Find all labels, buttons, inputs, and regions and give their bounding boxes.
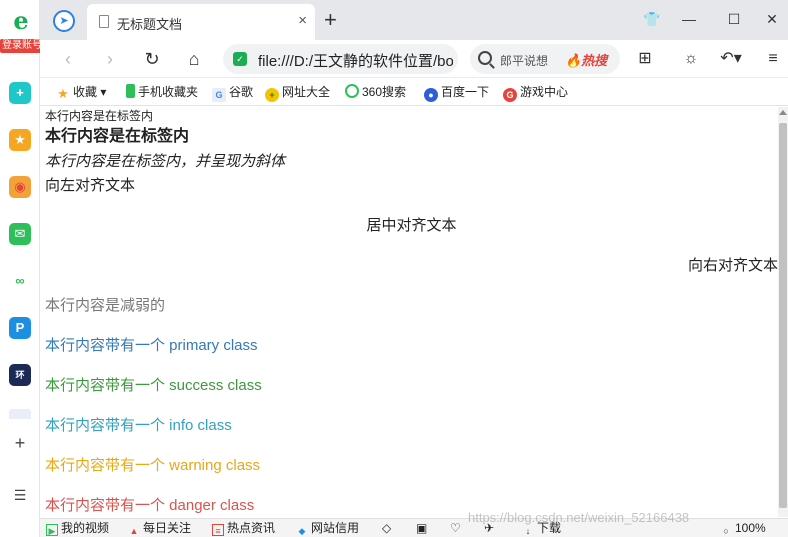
right-aligned-text: 向右对齐文本 bbox=[687, 257, 778, 274]
close-window-icon[interactable]: ✕ bbox=[760, 8, 784, 30]
browser-logo-icon[interactable]: e bbox=[8, 8, 34, 34]
tab-title: 无标题文档 bbox=[117, 17, 183, 32]
bookmark-google[interactable]: G 谷歌 bbox=[212, 83, 253, 102]
back-icon[interactable]: ‹ bbox=[56, 47, 80, 71]
weibo-app-icon[interactable]: ◉ bbox=[9, 176, 31, 198]
maximize-icon[interactable]: ☐ bbox=[722, 8, 746, 30]
bold-text-line: 本行内容是在标签内 bbox=[45, 128, 190, 145]
grid-apps-icon[interactable]: ⊞ bbox=[634, 48, 656, 70]
page-content: 本行内容是在标签内 本行内容是在标签内 本行内容是在标签内，并呈现为斜体 向左对… bbox=[45, 107, 778, 517]
left-aligned-text: 向左对齐文本 bbox=[45, 177, 136, 194]
shirt-skin-icon[interactable]: 👕 bbox=[640, 8, 664, 30]
flame-icon: ▲ bbox=[129, 526, 139, 536]
add-app-icon[interactable]: + bbox=[10, 433, 30, 453]
danger-text: 本行内容带有一个 danger class bbox=[45, 497, 255, 514]
status-my-videos[interactable]: ▶ 我的视频 bbox=[46, 521, 109, 536]
360-icon bbox=[345, 84, 359, 98]
cloud-app-icon[interactable]: ∞ bbox=[9, 270, 31, 292]
italic-text-line: 本行内容是在标签内，并呈现为斜体 bbox=[45, 153, 286, 170]
tab-untitled-document[interactable]: 无标题文档 × bbox=[87, 4, 315, 40]
bookmark-mobile-favorites[interactable]: 手机收藏夹 bbox=[126, 83, 198, 101]
home-icon[interactable]: ⌂ bbox=[182, 47, 206, 71]
news-icon: ≡ bbox=[212, 524, 224, 536]
status-daily-focus[interactable]: ▲ 每日关注 bbox=[128, 521, 191, 537]
star-icon: ★ bbox=[57, 86, 69, 101]
tab-bar: ➤ 无标题文档 × + 👕 — ☐ ✕ bbox=[40, 0, 788, 40]
plus-app-icon[interactable]: + bbox=[9, 82, 31, 104]
status-hot-news[interactable]: ≡ 热点资讯 bbox=[212, 521, 275, 536]
hot-search-badge[interactable]: 🔥热搜 bbox=[565, 50, 607, 69]
small-text-line: 本行内容是在标签内 bbox=[45, 109, 154, 123]
bookmark-game-center[interactable]: G 游戏中心 bbox=[503, 83, 568, 102]
scroll-thumb[interactable] bbox=[779, 123, 787, 508]
address-toolbar: ‹ › ↻ ⌂ ✓ file:///D:/王文静的软件位置/bo 郎平说想 🔥热… bbox=[40, 40, 788, 78]
google-icon: G bbox=[212, 88, 226, 102]
drop-shield-icon: ◆ bbox=[298, 526, 306, 536]
bookmark-baidu[interactable]: ● 百度一下 bbox=[424, 83, 489, 102]
warning-text: 本行内容带有一个 warning class bbox=[45, 457, 261, 474]
image-status-icon[interactable]: ▣ bbox=[416, 521, 427, 536]
new-tab-button[interactable]: + bbox=[324, 9, 337, 31]
search-icon bbox=[478, 51, 492, 65]
bookmark-360-search[interactable]: 360搜索 bbox=[345, 83, 406, 101]
status-site-credit[interactable]: ◆ 网站信用 bbox=[296, 521, 359, 537]
download-icon: ↓ bbox=[525, 526, 531, 536]
left-sidebar: e 登录账号 + ★ ◉ ✉ ∞ P 环 + ☰ bbox=[0, 0, 44, 537]
phone-icon bbox=[126, 84, 135, 98]
heart-status-icon[interactable]: ♡ bbox=[450, 521, 461, 536]
forward-icon[interactable]: › bbox=[98, 47, 122, 71]
favorites-app-icon[interactable]: ★ bbox=[9, 129, 31, 151]
center-aligned-text: 居中对齐文本 bbox=[366, 217, 457, 234]
document-app-icon[interactable] bbox=[9, 409, 31, 419]
game-icon: G bbox=[503, 88, 517, 102]
info-text: 本行内容带有一个 info class bbox=[45, 417, 232, 434]
baidu-paw-icon: ● bbox=[424, 88, 438, 102]
bookmarks-bar: ★ 收藏 ▾ 手机收藏夹 G 谷歌 + 网址大全 360搜索 ● 百度一下 G 游戏中心 bbox=[40, 78, 788, 106]
sidebar-menu-icon[interactable]: ☰ bbox=[10, 485, 30, 505]
refresh-icon[interactable]: ↻ bbox=[140, 47, 164, 71]
security-shield-icon: ✓ bbox=[233, 52, 247, 66]
p-app-icon[interactable]: P bbox=[9, 317, 31, 339]
bookmark-favorites[interactable]: ★ 收藏 ▾ bbox=[56, 83, 106, 101]
success-text: 本行内容带有一个 success class bbox=[45, 377, 262, 394]
scroll-up-arrow-icon[interactable] bbox=[779, 110, 787, 115]
shield-status-icon[interactable]: ◇ bbox=[382, 521, 391, 536]
undo-icon[interactable]: ↶▾ bbox=[720, 48, 742, 70]
primary-text: 本行内容带有一个 primary class bbox=[45, 337, 258, 354]
search-box[interactable]: 郎平说想 🔥热搜 bbox=[470, 44, 620, 74]
bookmark-site-directory[interactable]: + 网址大全 bbox=[265, 83, 330, 102]
login-account-button[interactable]: 登录账号 bbox=[0, 39, 44, 53]
document-icon bbox=[99, 15, 109, 28]
brightness-icon[interactable]: ☼ bbox=[680, 48, 702, 70]
browser-home-icon[interactable]: ➤ bbox=[53, 10, 75, 32]
search-suggestion: 郎平说想 bbox=[500, 54, 549, 68]
csdn-watermark: https://blog.csdn.net/weixin_52166438 bbox=[468, 510, 690, 525]
news-app-icon[interactable]: 环 bbox=[9, 364, 31, 386]
mail-app-icon[interactable]: ✉ bbox=[9, 223, 31, 245]
address-bar[interactable]: ✓ file:///D:/王文静的软件位置/bo bbox=[223, 44, 458, 74]
video-play-icon: ▶ bbox=[46, 524, 58, 536]
main-menu-icon[interactable]: ≡ bbox=[762, 48, 784, 70]
tab-close-icon[interactable]: × bbox=[298, 12, 307, 30]
muted-text: 本行内容是减弱的 bbox=[45, 297, 166, 314]
minimize-icon[interactable]: — bbox=[677, 8, 701, 30]
vertical-scrollbar[interactable] bbox=[778, 107, 788, 517]
status-zoom[interactable]: ○ 100% bbox=[720, 521, 765, 537]
zoom-icon: ○ bbox=[723, 526, 729, 536]
directory-icon: + bbox=[265, 88, 279, 102]
address-url[interactable]: file:///D:/王文静的软件位置/bo bbox=[258, 50, 453, 71]
